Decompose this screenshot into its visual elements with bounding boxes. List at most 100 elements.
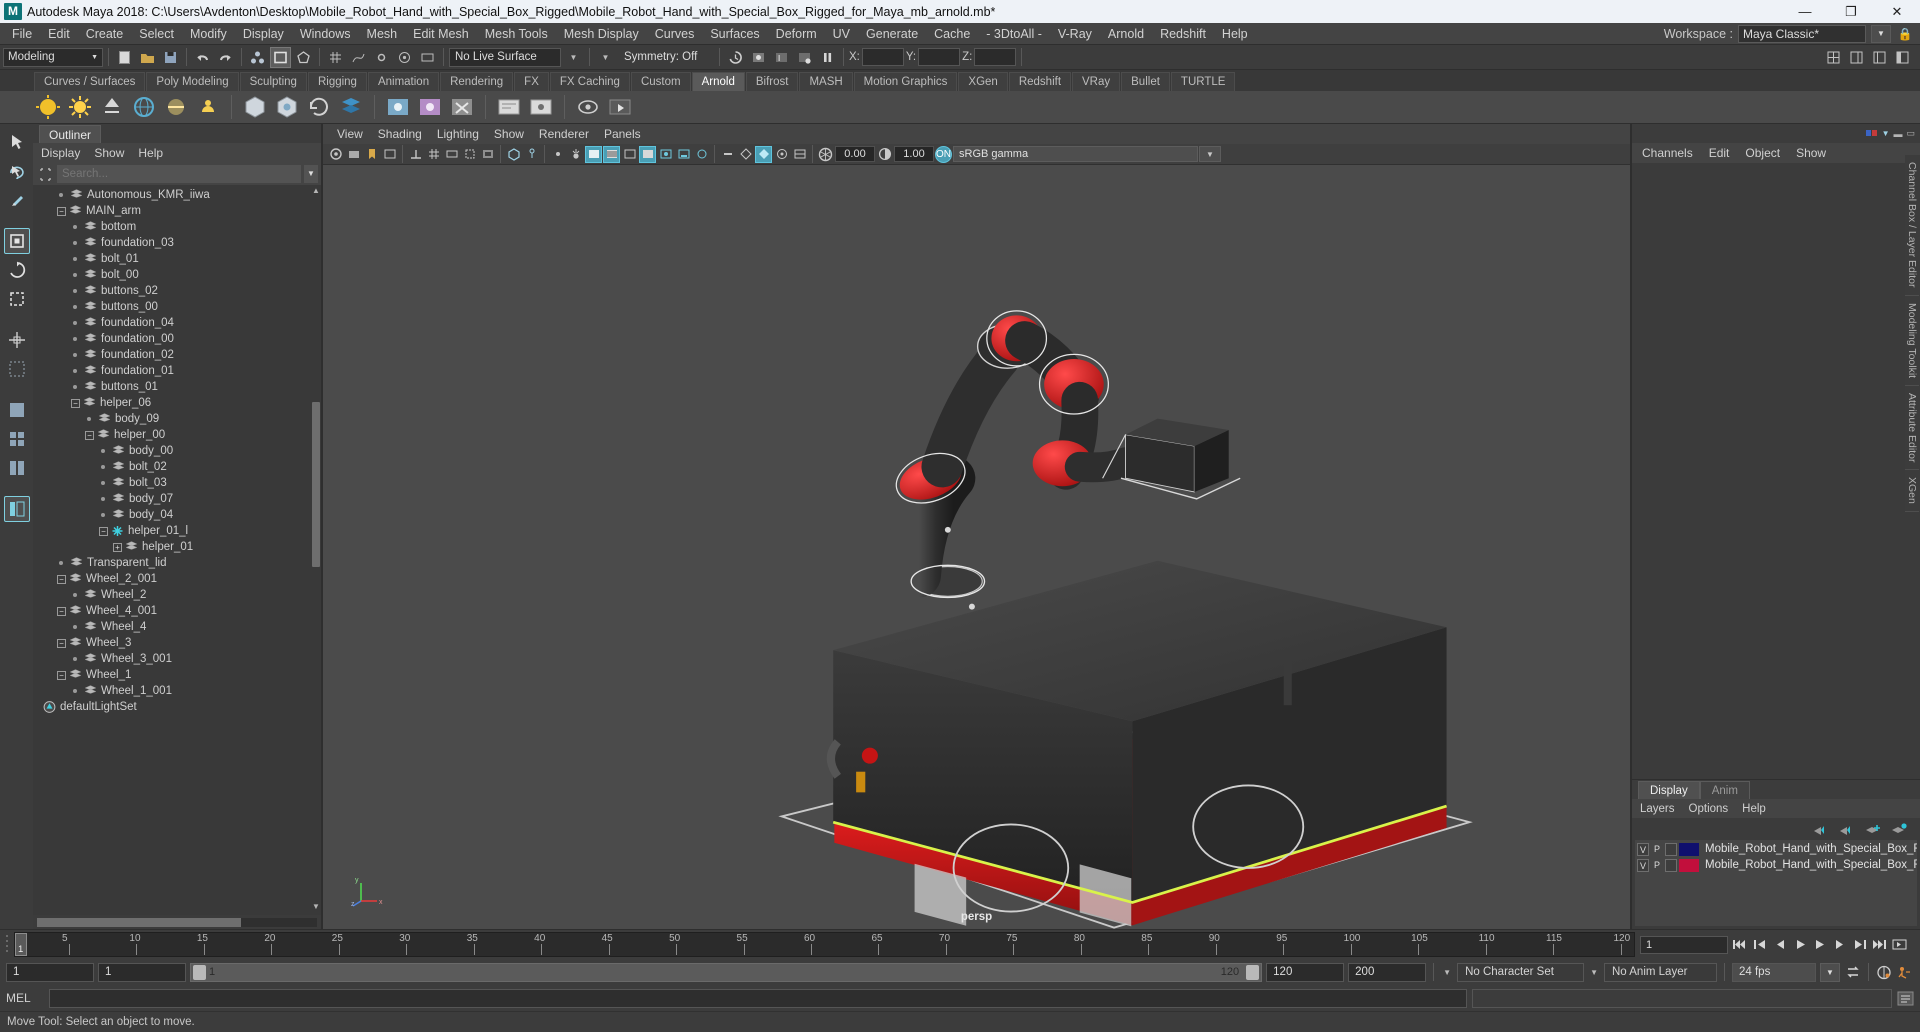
collapse-toggle-icon[interactable]: − (57, 606, 66, 616)
motion-blur-icon[interactable] (719, 146, 736, 163)
layer-color-swatch[interactable] (1679, 858, 1699, 872)
collapse-toggle-icon[interactable]: − (57, 574, 66, 584)
outliner-item[interactable]: bottom (33, 219, 321, 235)
anim-end-field[interactable]: 200 (1348, 962, 1427, 982)
shelf-tab-turtle[interactable]: TURTLE (1170, 72, 1236, 91)
outliner-layout-icon[interactable] (3, 496, 30, 522)
layer-list[interactable]: VP Mobile_Robot_Hand_with_Special_Box_Rig… (1635, 840, 1917, 926)
search-input[interactable] (57, 165, 301, 183)
screen-space-ao-icon[interactable] (755, 145, 772, 163)
ambient-occlusion-icon[interactable] (693, 146, 710, 163)
select-by-hierarchy-icon[interactable] (247, 47, 268, 68)
outliner-item[interactable]: foundation_03 (33, 235, 321, 251)
command-language-label[interactable]: MEL (6, 991, 44, 1005)
scroll-up-arrow-icon[interactable]: ▲ (312, 187, 320, 195)
outliner-item[interactable]: buttons_00 (33, 299, 321, 315)
anim-layer-field[interactable]: No Anim Layer (1604, 962, 1717, 982)
gate-mask-icon[interactable] (479, 146, 496, 163)
open-scene-icon[interactable] (137, 47, 158, 68)
save-scene-icon[interactable] (160, 47, 181, 68)
shelf-tab-bar[interactable]: Curves / Surfaces Poly Modeling Sculpting R… (0, 70, 1920, 91)
sidebar-toggle-icon[interactable] (1892, 47, 1913, 68)
select-by-component-icon[interactable] (293, 47, 314, 68)
channelbox-prev-icon[interactable]: ▼ (1882, 129, 1890, 138)
depth-of-field-icon[interactable] (773, 146, 790, 163)
shelf-tab-redshift[interactable]: Redshift (1008, 72, 1072, 91)
last-tool-used-icon[interactable] (4, 356, 30, 382)
minimize-button[interactable]: — (1782, 0, 1828, 23)
outliner-item[interactable]: bolt_01 (33, 251, 321, 267)
chevron-down-icon[interactable]: ▼ (1871, 24, 1891, 43)
color-management-toggle[interactable]: ON (935, 145, 952, 163)
previous-key-icon[interactable] (1771, 936, 1788, 953)
arnold-point-light-icon[interactable] (66, 93, 94, 121)
outliner-item[interactable]: − Wheel_1 (33, 667, 321, 683)
menu-generate[interactable]: Generate (858, 24, 926, 44)
anim-layer-chevron-icon[interactable]: ▼ (1588, 968, 1600, 977)
outliner-item[interactable]: − helper_01_l (33, 523, 321, 539)
scroll-down-arrow-icon[interactable]: ▼ (312, 903, 320, 911)
shelf-tab-mash[interactable]: MASH (799, 72, 853, 91)
menu-mesh[interactable]: Mesh (359, 24, 406, 44)
channel-box-body[interactable] (1632, 163, 1920, 779)
search-dropdown-icon[interactable]: ▼ (304, 165, 318, 183)
playback-start-field[interactable]: 1 (98, 962, 186, 982)
arnold-render-sequence-icon[interactable] (416, 93, 444, 121)
symmetry-arrow-icon[interactable]: ▼ (595, 47, 616, 68)
menu-cache[interactable]: Cache (926, 24, 978, 44)
layer-menu-layers[interactable]: Layers (1640, 803, 1675, 815)
outliner-item[interactable]: body_09 (33, 411, 321, 427)
character-set-field[interactable]: No Character Set (1457, 962, 1585, 982)
go-to-end-icon[interactable] (1871, 936, 1888, 953)
shelf-tab-bullet[interactable]: Bullet (1121, 72, 1170, 91)
outliner-item[interactable]: − Wheel_3 (33, 635, 321, 651)
outliner-menu-show[interactable]: Show (94, 146, 124, 160)
workspace-selector[interactable]: Workspace : Maya Classic* ▼ 🔒 (1664, 24, 1920, 43)
menu-deform[interactable]: Deform (768, 24, 825, 44)
shaded-wireframe-icon[interactable] (621, 146, 638, 163)
fps-field[interactable]: 24 fps (1732, 962, 1816, 982)
shelf-tab-curves-surfaces[interactable]: Curves / Surfaces (34, 72, 146, 91)
script-editor-icon[interactable] (1897, 990, 1914, 1007)
outliner-item[interactable]: − MAIN_arm (33, 203, 321, 219)
rotate-tool-icon[interactable] (4, 257, 30, 283)
resolution-gate-icon[interactable] (461, 146, 478, 163)
outliner-item[interactable]: − Wheel_4_001 (33, 603, 321, 619)
menu-display[interactable]: Display (235, 24, 292, 44)
gamma-value[interactable]: 1.00 (894, 146, 934, 162)
range-slider-left-handle[interactable] (193, 964, 206, 980)
x-input[interactable] (861, 48, 904, 66)
layer-type-toggle[interactable] (1665, 858, 1677, 872)
menu-windows[interactable]: Windows (292, 24, 359, 44)
layer-menu-options[interactable]: Options (1689, 803, 1729, 815)
arnold-photometric-light-icon[interactable] (194, 93, 222, 121)
layer-color-swatch[interactable] (1679, 842, 1699, 856)
outliner-item[interactable]: bolt_03 (33, 475, 321, 491)
arnold-area-light-icon[interactable] (34, 93, 62, 121)
smooth-shade-icon[interactable] (603, 145, 620, 163)
coordinate-fields[interactable]: X: Y: Z: (849, 48, 1017, 66)
menu-mesh-display[interactable]: Mesh Display (556, 24, 647, 44)
film-gate-icon[interactable] (443, 146, 460, 163)
exposure-icon[interactable] (817, 146, 834, 163)
close-button[interactable]: ✕ (1874, 0, 1920, 23)
outliner-item[interactable]: Transparent_lid (33, 555, 321, 571)
layer-playback-toggle[interactable]: P (1651, 859, 1663, 872)
lock-icon[interactable]: 🔒 (1896, 25, 1914, 43)
layer-playback-toggle[interactable]: P (1651, 843, 1663, 856)
vertical-tab-channel-box-layer-editor[interactable]: Channel Box / Layer Editor (1905, 155, 1919, 296)
layer-visibility-toggle[interactable]: V (1637, 842, 1649, 856)
menu-curves[interactable]: Curves (647, 24, 703, 44)
command-input[interactable] (49, 988, 1467, 1008)
layer-menu-help[interactable]: Help (1742, 803, 1766, 815)
range-slider[interactable]: 1 120 (190, 962, 1263, 982)
arnold-volume-icon[interactable] (273, 93, 301, 121)
menu-v-ray[interactable]: V-Ray (1050, 24, 1100, 44)
anim-start-field[interactable]: 1 (6, 962, 94, 982)
outliner-item[interactable]: Autonomous_KMR_iiwa (33, 187, 321, 203)
viewport-menu-lighting[interactable]: Lighting (437, 127, 479, 141)
collapse-toggle-icon[interactable]: − (57, 206, 66, 216)
menu-mesh-tools[interactable]: Mesh Tools (477, 24, 556, 44)
outliner-item[interactable]: Wheel_2 (33, 587, 321, 603)
outliner-item[interactable]: − Wheel_2_001 (33, 571, 321, 587)
